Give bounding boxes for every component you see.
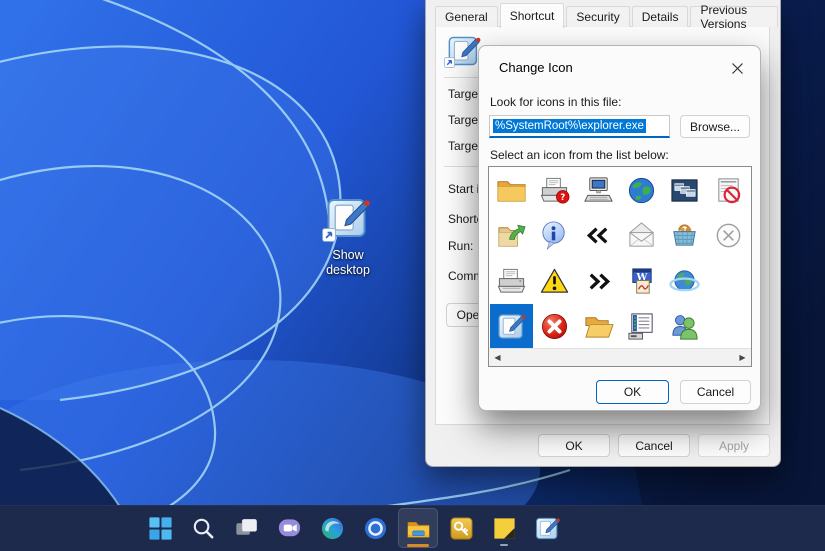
warning-icon[interactable] [533, 259, 576, 304]
tab-security[interactable]: Security [566, 6, 630, 27]
taskbar-search-button[interactable] [183, 508, 223, 548]
circle-x-outline-icon[interactable] [706, 213, 749, 258]
taskbar-task-view-button[interactable] [226, 508, 266, 548]
file-path-input[interactable]: %SystemRoot%\explorer.exe [489, 115, 670, 138]
chat-icon [276, 515, 303, 542]
folder-open-icon[interactable] [577, 304, 620, 349]
sticky-notes-icon [491, 515, 518, 542]
properties-ok-button[interactable]: OK [538, 434, 610, 457]
close-button[interactable] [725, 56, 749, 80]
taskbar-cortana-button[interactable] [355, 508, 395, 548]
desktop-screen: Show desktop General Shortcut Security Deta… [0, 0, 825, 551]
edge-icon [319, 515, 346, 542]
scroll-right-button[interactable]: ▶ [734, 349, 751, 366]
change-icon-ok-button[interactable]: OK [596, 380, 669, 404]
users-icon[interactable] [663, 304, 706, 349]
change-icon-dialog: Change Icon Look for icons in this file:… [478, 45, 761, 411]
taskbar-show-desktop-button[interactable] [527, 508, 567, 548]
folder-closed-icon[interactable] [490, 168, 533, 213]
close-icon [731, 62, 743, 74]
browse-button[interactable]: Browse... [680, 115, 750, 138]
computer-icon[interactable] [577, 168, 620, 213]
shortcut-arrow-icon [444, 57, 455, 68]
basket-icon[interactable] [663, 213, 706, 258]
search-icon [190, 515, 217, 542]
show-desktop-icon [324, 194, 372, 242]
empty-cell [706, 304, 749, 349]
show-desktop-icon[interactable] [490, 303, 534, 350]
tab-general[interactable]: General [435, 6, 498, 27]
running-indicator [500, 543, 508, 546]
select-icon-label: Select an icon from the list below: [490, 148, 669, 162]
start-icon [147, 515, 174, 542]
chevrons-left-icon[interactable] [577, 213, 620, 258]
dialog-button-row: OK Cancel Apply [538, 434, 770, 457]
cascade-windows-icon[interactable] [663, 168, 706, 213]
globe-icon[interactable] [620, 168, 663, 213]
task-view-icon [233, 515, 260, 542]
taskbar-items [140, 508, 567, 548]
icon-grid [489, 167, 751, 350]
tab-shortcut[interactable]: Shortcut [499, 3, 565, 28]
file-explorer-icon [405, 515, 432, 542]
window-blocked-icon[interactable] [706, 168, 749, 213]
printer-question-icon[interactable] [533, 168, 576, 213]
taskbar-file-explorer-button[interactable] [398, 508, 438, 548]
globe-ring-icon[interactable] [663, 259, 706, 304]
properties-cancel-button[interactable]: Cancel [618, 434, 690, 457]
horizontal-scrollbar[interactable]: ◀ ▶ [489, 348, 751, 366]
tab-strip: General Shortcut Security Details Previous V… [435, 2, 780, 31]
envelope-icon[interactable] [620, 213, 663, 258]
write-wordpad-icon[interactable] [620, 259, 663, 304]
key-icon [448, 515, 475, 542]
chevrons-right-icon[interactable] [577, 259, 620, 304]
look-for-icons-label: Look for icons in this file: [490, 95, 622, 109]
taskbar-chat-button[interactable] [269, 508, 309, 548]
taskbar-start-button[interactable] [140, 508, 180, 548]
icon-listbox: ◀ ▶ [488, 166, 752, 367]
taskbar-edge-button[interactable] [312, 508, 352, 548]
shortcut-arrow-icon [322, 228, 336, 242]
folder-share-icon[interactable] [490, 213, 533, 258]
empty-cell [706, 259, 749, 304]
taskbar-sticky-notes-button[interactable] [484, 508, 524, 548]
scroll-track[interactable] [506, 349, 734, 366]
field-label: Run: [448, 239, 474, 253]
scroll-left-button[interactable]: ◀ [489, 349, 506, 366]
dialog-title: Change Icon [499, 60, 573, 75]
shortcut-label: Show desktop [326, 248, 370, 277]
info-bubble-icon[interactable] [533, 213, 576, 258]
taskbar-keepass-button[interactable] [441, 508, 481, 548]
red-x-icon[interactable] [533, 304, 576, 349]
printer-icon[interactable] [490, 259, 533, 304]
change-icon-cancel-button[interactable]: Cancel [680, 380, 751, 404]
show-desktop-icon [534, 515, 561, 542]
tab-previous-versions[interactable]: Previous Versions [690, 3, 778, 31]
selected-text: %SystemRoot%\explorer.exe [493, 119, 646, 133]
tab-details[interactable]: Details [631, 6, 689, 27]
cortana-icon [362, 515, 389, 542]
system-properties-icon[interactable] [620, 304, 663, 349]
taskbar [0, 505, 825, 551]
properties-apply-button[interactable]: Apply [698, 434, 770, 457]
desktop-shortcut-show-desktop[interactable]: Show desktop [304, 194, 392, 278]
